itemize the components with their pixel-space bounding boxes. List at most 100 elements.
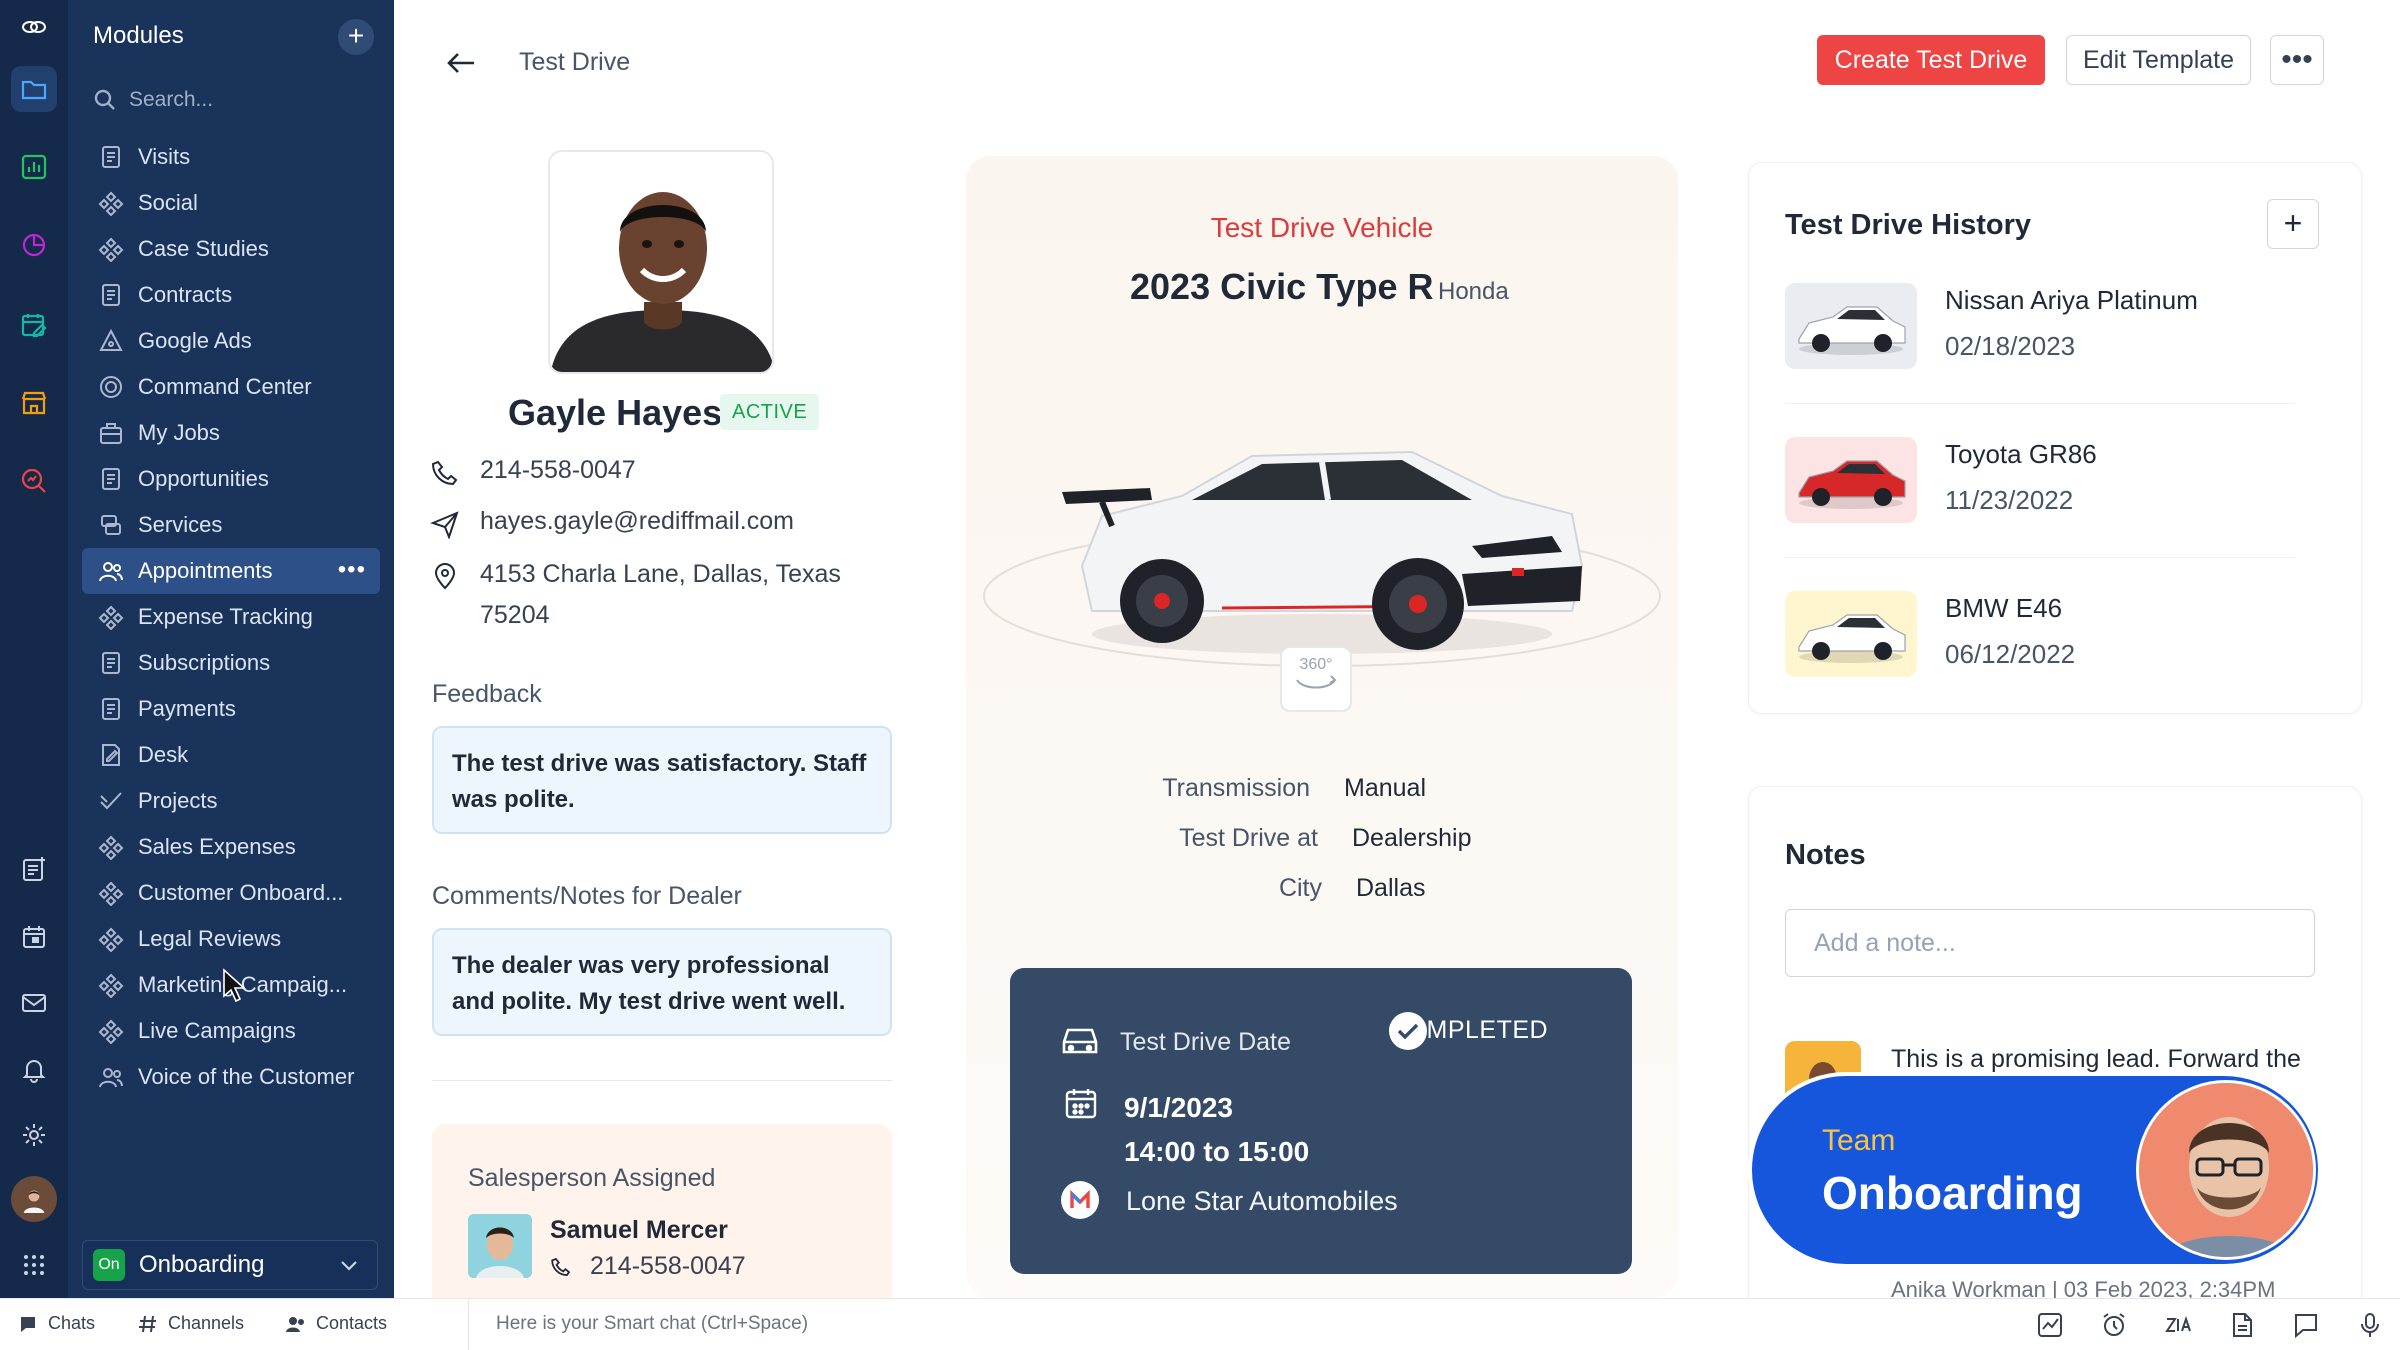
- logo-icon[interactable]: [11, 4, 57, 50]
- settings-icon[interactable]: [11, 1112, 57, 1158]
- team-onboarding-banner[interactable]: Team Onboarding: [1748, 1072, 2322, 1268]
- sidebar-item-contracts[interactable]: Contracts: [82, 272, 380, 318]
- chat-bubble-icon[interactable]: [2292, 1311, 2320, 1339]
- spec-value: Dallas: [1356, 874, 1426, 902]
- history-car-thumbnail: [1785, 437, 1917, 523]
- sidebar-item-label: Appointments: [138, 558, 273, 583]
- comments-text: The dealer was very professional and pol…: [432, 928, 892, 1036]
- rotate-360-button[interactable]: 360°: [1280, 646, 1352, 712]
- sidebar-item-label: Case Studies: [138, 236, 269, 261]
- notes-add-icon[interactable]: [11, 846, 57, 892]
- comments-label: Comments/Notes for Dealer: [432, 882, 742, 910]
- salesperson-card: Salesperson Assigned Samuel Mercer 214-5…: [432, 1124, 892, 1314]
- calendar-edit-icon[interactable]: [11, 302, 57, 348]
- sidebar-item-social[interactable]: Social: [82, 180, 380, 226]
- icon-rail: [0, 0, 68, 1298]
- history-item[interactable]: BMW E46 06/12/2022: [1785, 591, 2295, 677]
- history-date: 02/18/2023: [1945, 331, 2076, 361]
- customer-email[interactable]: hayes.gayle@rediffmail.com: [480, 507, 794, 536]
- user-avatar[interactable]: [11, 1176, 57, 1222]
- sidebar-item-label: Sales Expenses: [138, 834, 296, 859]
- sidebar-item-desk[interactable]: Desk: [82, 732, 380, 778]
- sidebar-item-projects[interactable]: Projects: [82, 778, 380, 824]
- network-icon: [98, 1019, 124, 1044]
- customer-phone[interactable]: 214-558-0047: [480, 456, 636, 485]
- add-module-button[interactable]: +: [338, 19, 374, 55]
- history-item[interactable]: Nissan Ariya Platinum 02/18/2023: [1785, 283, 2295, 369]
- chats-tab[interactable]: Chats: [18, 1313, 95, 1334]
- briefcase-icon: [100, 423, 122, 444]
- search-chart-icon[interactable]: [11, 458, 57, 504]
- salesperson-phone[interactable]: 214-558-0047: [590, 1252, 746, 1281]
- channels-tab[interactable]: Channels: [138, 1313, 244, 1334]
- page-icon: [102, 698, 120, 720]
- item-more-button[interactable]: •••: [338, 556, 366, 584]
- sidebar-item-case-studies[interactable]: Case Studies: [82, 226, 380, 272]
- store-icon[interactable]: [11, 380, 57, 426]
- calendar-icon[interactable]: [11, 914, 57, 960]
- document-icon[interactable]: [2228, 1311, 2256, 1339]
- bell-icon[interactable]: [11, 1046, 57, 1092]
- sidebar-item-live-campaigns[interactable]: Live Campaigns: [82, 1008, 380, 1054]
- bottom-divider: [468, 1299, 469, 1350]
- sidebar-item-visits[interactable]: Visits: [82, 134, 380, 180]
- dealer-logo-icon: [1061, 1181, 1099, 1219]
- history-item[interactable]: Toyota GR86 11/23/2022: [1785, 437, 2295, 523]
- test-drive-history-card: Test Drive History + Nissan Ariya Platin…: [1748, 162, 2362, 714]
- sidebar-search[interactable]: [93, 80, 363, 120]
- sidebar-item-payments[interactable]: Payments: [82, 686, 380, 732]
- edit-page-icon: [102, 744, 120, 766]
- banner-title: Onboarding: [1822, 1167, 2083, 1219]
- sidebar-item-services[interactable]: Services: [82, 502, 380, 548]
- page-icon: [102, 146, 120, 168]
- apps-grid-icon[interactable]: [11, 1242, 57, 1288]
- create-test-drive-button[interactable]: Create Test Drive: [1817, 35, 2045, 85]
- search-input[interactable]: [129, 88, 349, 112]
- smart-chat-input[interactable]: Here is your Smart chat (Ctrl+Space): [496, 1313, 808, 1335]
- zia-icon[interactable]: [2164, 1311, 2192, 1339]
- history-title: Test Drive History: [1785, 209, 2032, 241]
- page-title: Test Drive: [519, 48, 631, 76]
- note-input[interactable]: [1785, 909, 2315, 977]
- sidebar-item-customer-onboard[interactable]: Customer Onboard...: [82, 870, 380, 916]
- edit-template-button[interactable]: Edit Template: [2066, 35, 2251, 85]
- hashtag-icon: [139, 1315, 156, 1332]
- sidebar-item-appointments[interactable]: Appointments •••: [82, 548, 380, 594]
- sidebar-item-google-ads[interactable]: Google Ads: [82, 318, 380, 364]
- history-car-name: Nissan Ariya Platinum: [1945, 285, 2198, 315]
- back-arrow-icon[interactable]: [444, 46, 478, 80]
- sidebar-item-expense-tracking[interactable]: Expense Tracking: [82, 594, 380, 640]
- sidebar-item-sales-expenses[interactable]: Sales Expenses: [82, 824, 380, 870]
- vehicle-brand: Honda: [1438, 278, 1509, 305]
- add-history-button[interactable]: +: [2267, 199, 2319, 249]
- history-separator: [1785, 403, 2295, 404]
- sidebar-item-label: Payments: [138, 696, 236, 721]
- sidebar-item-command-center[interactable]: Command Center: [82, 364, 380, 410]
- workspace-switcher[interactable]: On Onboarding: [82, 1240, 378, 1290]
- chart-icon[interactable]: [11, 144, 57, 190]
- salesperson-label: Salesperson Assigned: [468, 1164, 716, 1192]
- mouse-cursor-icon: [223, 968, 246, 1003]
- network-icon: [98, 191, 124, 216]
- folder-icon[interactable]: [11, 66, 57, 112]
- alarm-icon[interactable]: [2100, 1311, 2128, 1339]
- location-pin-icon: [434, 563, 456, 590]
- sidebar-item-label: Services: [138, 512, 223, 537]
- bottom-bar: Chats Channels Contacts Here is your Sma…: [0, 1298, 2400, 1350]
- sidebar-item-subscriptions[interactable]: Subscriptions: [82, 640, 380, 686]
- pie-chart-icon[interactable]: [11, 222, 57, 268]
- customer-address-line1: 4153 Charla Lane, Dallas, Texas: [480, 560, 841, 588]
- sidebar-item-opportunities[interactable]: Opportunities: [82, 456, 380, 502]
- history-car-thumbnail: [1785, 283, 1917, 369]
- customer-name: Gayle Hayes: [508, 392, 723, 433]
- sidebar-item-voice-of-the-customer[interactable]: Voice of the Customer: [82, 1054, 380, 1100]
- more-options-button[interactable]: •••: [2270, 35, 2324, 85]
- sidebar-item-legal-reviews[interactable]: Legal Reviews: [82, 916, 380, 962]
- activity-icon[interactable]: [2036, 1311, 2064, 1339]
- sidebar-item-label: Desk: [138, 742, 189, 767]
- mail-icon[interactable]: [11, 980, 57, 1026]
- sidebar-item-my-jobs[interactable]: My Jobs: [82, 410, 380, 456]
- contacts-tab[interactable]: Contacts: [286, 1313, 387, 1334]
- drive-date-block: 9/1/2023 14:00 to 15:00: [1124, 1086, 1309, 1174]
- microphone-icon[interactable]: [2356, 1311, 2384, 1339]
